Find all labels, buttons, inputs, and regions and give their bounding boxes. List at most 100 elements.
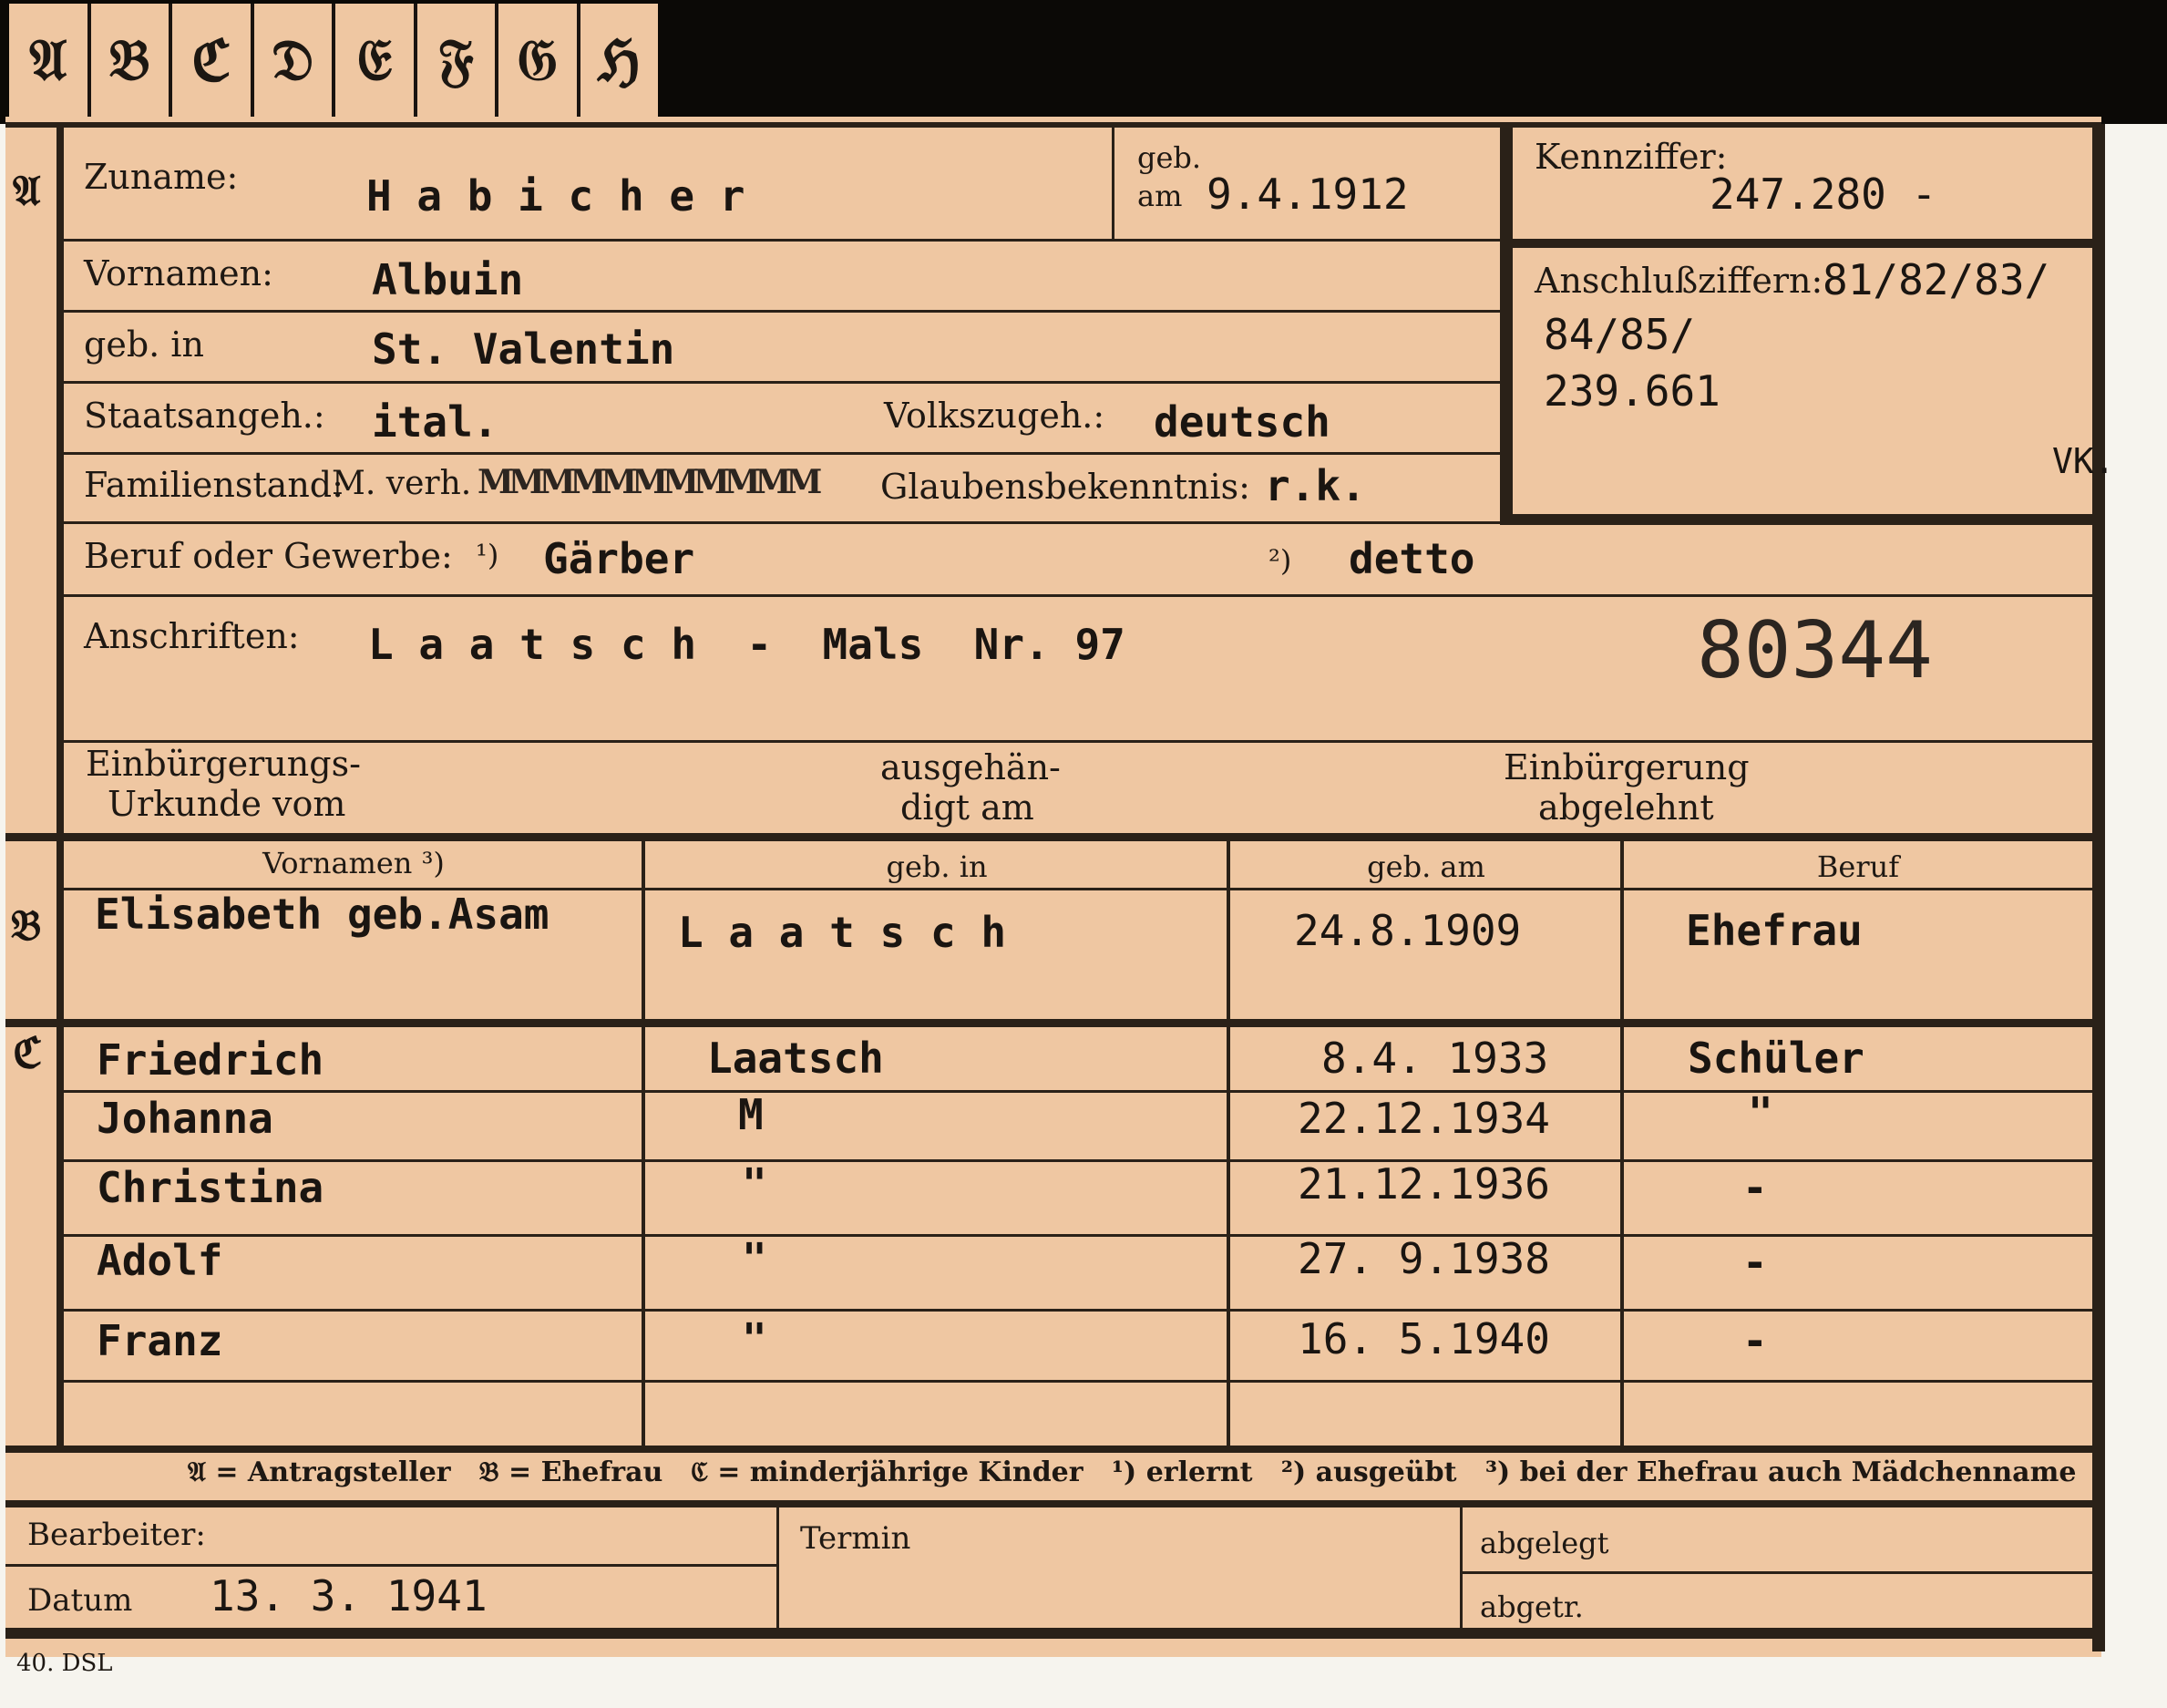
child-3-born-in: " [742,1159,767,1209]
date-value: 13. 3. 1941 [210,1571,488,1621]
surname-label: Zuname: [84,157,239,197]
occupation-label: Beruf oder Gewerbe: [84,536,453,576]
born-cell-divider [1112,128,1114,239]
child-5-names: Franz [97,1316,223,1365]
family-status-value: M. verh. [332,465,472,502]
row-line [64,381,1500,384]
stamp-number: 80344 [1697,605,1933,696]
row-line [64,1159,2092,1162]
connect-numbers-1: 81/82/83/ [1823,255,2050,304]
row-line [64,740,2092,743]
refused-label-2: abgelehnt [1538,787,1714,828]
header-names: Vornamen ³) [262,846,445,880]
child-5-born-in: " [742,1314,767,1363]
card-bottom-border [5,1628,2105,1639]
naturalization-label-2: Urkunde vom [108,784,346,824]
family-status-overprint: MMMMMMMMMMM [478,463,822,501]
refused-label-1: Einbürgerung [1504,747,1750,787]
index-number: 247.280 - [1710,170,1937,219]
child-4-occupation: - [1742,1238,1768,1287]
citizenship-value: ital. [372,397,498,447]
born-date-value: 9.4.1912 [1207,170,1409,219]
spouse-names: Elisabeth geb.Asam [95,890,549,939]
legend-bottom-border [5,1500,2100,1507]
tab-e[interactable]: 𝔈 [335,4,417,117]
card-top-border [5,122,2101,128]
tab-a[interactable]: 𝔄 [9,4,91,117]
card-right-border [2092,124,2105,1651]
tab-f[interactable]: 𝔉 [417,4,498,117]
connect-label: Anschlußziffern: [1535,261,1823,301]
vk-mark: VK. [2052,441,2115,481]
header-born-in: geb. in [886,849,988,884]
header-occupation: Beruf [1816,849,1900,884]
legend-top-border [5,1446,2100,1453]
section-b-border [5,833,2100,841]
row-line [64,1380,2092,1383]
footer-line [5,1564,776,1567]
child-5-born-on: 16. 5.1940 [1298,1314,1550,1363]
occupation-2-marker: ²) [1268,543,1292,578]
spouse-occupation: Ehefrau [1686,906,1863,955]
child-3-occupation: - [1742,1163,1768,1212]
row-line [64,1234,2092,1237]
child-2-born-on: 22.12.1934 [1298,1094,1550,1143]
child-4-names: Adolf [97,1236,223,1285]
tab-c[interactable]: ℭ [172,4,254,117]
registration-card [5,117,2101,1657]
child-4-born-on: 27. 9.1938 [1298,1234,1550,1283]
table-col-divider [1227,841,1230,1452]
handed-label-1: ausgehän- [880,747,1061,787]
section-column-divider [56,124,64,1446]
child-1-names: Friedrich [97,1035,324,1085]
date-label: Datum [27,1582,133,1619]
ethnicity-label: Volkszugeh.: [884,396,1105,436]
surname-value: H a b i c h e r [366,171,745,221]
connect-numbers-3: 239.661 [1544,366,1720,416]
occupation-1-marker: ¹) [476,538,499,572]
religion-label: Glaubensbekenntnis: [880,467,1250,507]
birthplace-label: geb. in [84,324,204,365]
spouse-born-on: 24.8.1909 [1294,906,1522,955]
index-box-left-border [1500,128,1513,525]
tab-b[interactable]: 𝔅 [91,4,172,117]
footer-divider [1460,1507,1463,1628]
child-5-occupation: - [1742,1316,1768,1365]
index-label: Kennziffer: [1535,137,1728,177]
row-line [64,310,1500,313]
table-col-divider [642,841,645,1452]
born-label-am: am [1137,179,1183,213]
handed-label-2: digt am [900,787,1034,828]
row-line [64,452,1500,455]
tab-h[interactable]: ℌ [580,4,659,117]
tab-d[interactable]: 𝔇 [254,4,335,117]
filed-label: abgelegt [1480,1526,1609,1560]
index-tabs: 𝔄 𝔅 ℭ 𝔇 𝔈 𝔉 𝔊 ℌ [9,4,658,117]
section-c-marker: ℭ [13,1028,43,1077]
index-box-divider [1500,239,2092,248]
section-b-marker: 𝔅 [11,900,42,950]
child-1-occupation: Schüler [1688,1034,1864,1083]
child-3-names: Christina [97,1163,324,1212]
religion-value: r.k. [1265,461,1366,510]
ethnicity-value: deutsch [1154,397,1330,447]
child-1-born-in: Laatsch [707,1034,884,1083]
section-c-border [5,1019,2100,1027]
firstnames-value: Albuin [372,255,524,304]
row-line [64,239,1500,242]
deadline-label: Termin [800,1520,911,1557]
connect-numbers-2: 84/85/ [1544,310,1696,359]
born-label-geb: geb. [1137,140,1202,175]
occupation-1-value: Gärber [543,534,695,583]
child-1-born-on: 8.4. 1933 [1321,1034,1549,1083]
naturalization-label-1: Einbürgerungs- [86,744,361,784]
spouse-born-in: L a a t s c h [678,908,1007,957]
section-a-marker: 𝔄 [13,166,41,215]
tab-g[interactable]: 𝔊 [498,4,580,117]
child-3-born-on: 21.12.1936 [1298,1159,1550,1209]
clerk-label: Bearbeiter: [27,1517,206,1553]
occupation-2-value: detto [1349,534,1475,583]
row-line [64,1309,2092,1312]
row-line [64,594,2092,597]
child-2-names: Johanna [97,1094,273,1143]
